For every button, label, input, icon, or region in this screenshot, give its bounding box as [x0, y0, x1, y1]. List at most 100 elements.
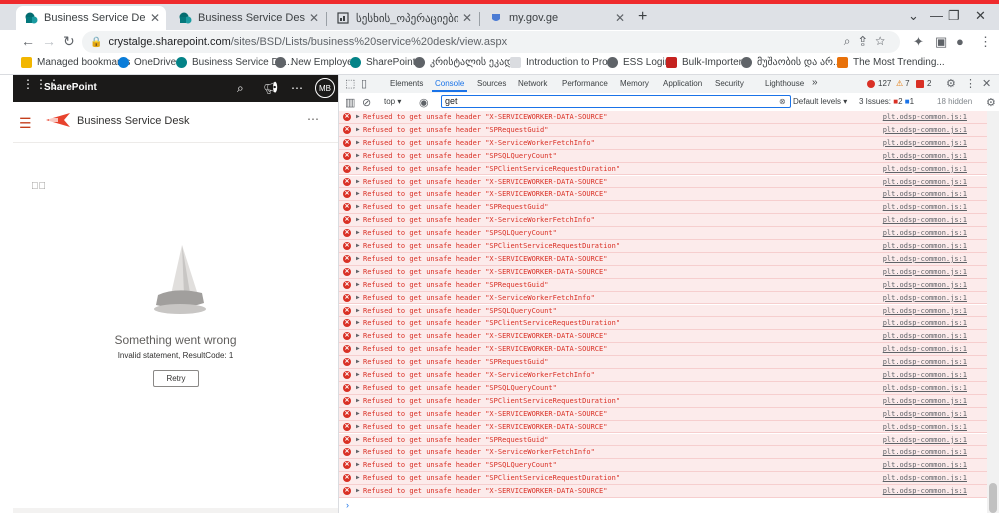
console-error-row[interactable]: ✕ ▶ Refused to get unsafe header "X-SERVIC…: [339, 111, 987, 124]
console-error-row[interactable]: ✕ ▶ Refused to get unsafe header "X-Servic…: [339, 446, 987, 460]
expand-arrow-icon[interactable]: ▶: [356, 307, 360, 314]
console-error-row[interactable]: ✕ ▶ Refused to get unsafe header "SPClient…: [339, 240, 987, 253]
tab-lighthouse[interactable]: Lighthouse: [765, 79, 804, 88]
expand-arrow-icon[interactable]: ▶: [356, 216, 360, 223]
bookmark-item[interactable]: OneDrive: [118, 57, 176, 68]
menu-dots-icon[interactable]: ⋮: [965, 77, 976, 90]
console-error-row[interactable]: ✕ ▶ Refused to get unsafe header "X-Servic…: [339, 291, 987, 305]
source-link[interactable]: plt.odsp-common.js:1: [883, 384, 967, 392]
console-prompt[interactable]: ›: [346, 500, 349, 510]
reload-icon[interactable]: ↻: [63, 33, 75, 50]
tab-application[interactable]: Application: [663, 79, 702, 88]
share-icon[interactable]: ⇪: [859, 34, 875, 48]
console-log[interactable]: ✕ ▶ Refused to get unsafe header "X-SERVIC…: [339, 111, 987, 513]
expand-arrow-icon[interactable]: ▶: [356, 461, 360, 468]
console-error-row[interactable]: ✕ ▶ Refused to get unsafe header "SPSQLQue…: [339, 304, 987, 318]
bookmark-item[interactable]: Introduction to Pro...: [510, 57, 616, 68]
console-error-row[interactable]: ✕ ▶ Refused to get unsafe header "X-SERVIC…: [339, 343, 987, 357]
inspect-element-icon[interactable]: ⬚: [345, 77, 355, 90]
bookmark-item[interactable]: New Employee: [275, 57, 358, 68]
console-error-row[interactable]: ✕ ▶ Refused to get unsafe header "SPClient…: [339, 317, 987, 331]
clear-console-icon[interactable]: ⊘: [362, 96, 371, 109]
scrollbar-thumb[interactable]: [989, 483, 997, 513]
console-error-row[interactable]: ✕ ▶ Refused to get unsafe header "SPReques…: [339, 356, 987, 369]
source-link[interactable]: plt.odsp-common.js:1: [883, 448, 967, 456]
address-bar[interactable]: 🔒 crystalge.sharepoint.com/sites/BSD/Lis…: [82, 31, 900, 53]
error-count-badge[interactable]: 127: [867, 79, 891, 88]
source-link[interactable]: plt.odsp-common.js:1: [883, 371, 967, 379]
source-link[interactable]: plt.odsp-common.js:1: [883, 242, 967, 250]
bookmark-item[interactable]: SharePoint: [350, 57, 415, 68]
source-link[interactable]: plt.odsp-common.js:1: [883, 190, 967, 198]
star-icon[interactable]: ☆: [875, 34, 894, 48]
console-error-row[interactable]: ✕ ▶ Refused to get unsafe header "X-SERVIC…: [339, 188, 987, 202]
expand-arrow-icon[interactable]: ▶: [356, 294, 360, 301]
expand-arrow-icon[interactable]: ▶: [356, 384, 360, 391]
source-link[interactable]: plt.odsp-common.js:1: [883, 229, 967, 237]
maximize-button[interactable]: ❐: [948, 8, 960, 24]
tab-security[interactable]: Security: [715, 79, 744, 88]
console-error-row[interactable]: ✕ ▶ Refused to get unsafe header "SPReques…: [339, 123, 987, 137]
browser-tab-3[interactable]: სესხის_ოპერაციები - SQL Ser ✕: [328, 6, 478, 30]
source-link[interactable]: plt.odsp-common.js:1: [883, 487, 967, 495]
expand-arrow-icon[interactable]: ▶: [356, 165, 360, 172]
console-error-row[interactable]: ✕ ▶ Refused to get unsafe header "X-SERVIC…: [339, 252, 987, 266]
console-scrollbar[interactable]: [987, 111, 999, 513]
issues-counter[interactable]: 3 Issues: ■2 ■1: [859, 97, 914, 106]
sharepoint-brand[interactable]: SharePoint: [44, 82, 97, 93]
issues-badge[interactable]: 2: [916, 79, 931, 88]
sidepanel-icon[interactable]: ▣: [935, 34, 947, 50]
console-error-row[interactable]: ✕ ▶ Refused to get unsafe header "SPReques…: [339, 278, 987, 292]
expand-arrow-icon[interactable]: ▶: [356, 281, 360, 288]
expand-arrow-icon[interactable]: ▶: [356, 358, 360, 365]
bookmark-item[interactable]: მუშაობის და არ...: [741, 57, 841, 68]
console-error-row[interactable]: ✕ ▶ Refused to get unsafe header "SPSQLQue…: [339, 227, 987, 240]
expand-arrow-icon[interactable]: ▶: [356, 190, 360, 197]
source-link[interactable]: plt.odsp-common.js:1: [883, 139, 967, 147]
console-error-row[interactable]: ✕ ▶ Refused to get unsafe header "X-SERVIC…: [339, 265, 987, 279]
device-toggle-icon[interactable]: ▯: [361, 77, 367, 90]
console-error-row[interactable]: ✕ ▶ Refused to get unsafe header "X-SERVIC…: [339, 407, 987, 421]
close-icon[interactable]: ✕: [309, 11, 319, 25]
source-link[interactable]: plt.odsp-common.js:1: [883, 423, 967, 431]
profile-icon[interactable]: ●: [956, 34, 964, 49]
expand-arrow-icon[interactable]: ▶: [356, 178, 360, 185]
expand-arrow-icon[interactable]: ▶: [356, 487, 360, 494]
source-link[interactable]: plt.odsp-common.js:1: [883, 397, 967, 405]
eye-icon[interactable]: ◉: [419, 96, 429, 109]
expand-arrow-icon[interactable]: ▶: [356, 203, 360, 210]
expand-arrow-icon[interactable]: ▶: [356, 345, 360, 352]
gear-icon[interactable]: ⚙: [986, 96, 996, 109]
log-levels-select[interactable]: Default levels ▾: [793, 97, 847, 106]
hamburger-menu-icon[interactable]: ☰: [19, 115, 32, 132]
source-link[interactable]: plt.odsp-common.js:1: [883, 294, 967, 302]
expand-arrow-icon[interactable]: ▶: [356, 319, 360, 326]
extensions-icon[interactable]: ✦: [913, 34, 924, 50]
expand-arrow-icon[interactable]: ▶: [356, 255, 360, 262]
console-error-row[interactable]: ✕ ▶ Refused to get unsafe header "X-Servic…: [339, 369, 987, 382]
tab-console[interactable]: Console: [431, 79, 468, 92]
console-error-row[interactable]: ✕ ▶ Refused to get unsafe header "X-Servic…: [339, 136, 987, 150]
new-tab-button[interactable]: +: [638, 8, 647, 26]
expand-arrow-icon[interactable]: ▶: [356, 410, 360, 417]
console-error-row[interactable]: ✕ ▶ Refused to get unsafe header "SPReques…: [339, 201, 987, 215]
console-error-row[interactable]: ✕ ▶ Refused to get unsafe header "SPClient…: [339, 472, 987, 486]
console-error-row[interactable]: ✕ ▶ Refused to get unsafe header "SPClient…: [339, 162, 987, 176]
source-link[interactable]: plt.odsp-common.js:1: [883, 436, 967, 444]
source-link[interactable]: plt.odsp-common.js:1: [883, 268, 967, 276]
browser-tab-4[interactable]: my.gov.ge ✕: [481, 6, 631, 30]
console-error-row[interactable]: ✕ ▶ Refused to get unsafe header "SPSQLQue…: [339, 149, 987, 163]
bookmark-item[interactable]: კრისტალის ეკად...: [414, 57, 521, 68]
browser-tab-2[interactable]: Business Service Desk - Business ✕: [170, 6, 325, 30]
source-link[interactable]: plt.odsp-common.js:1: [883, 358, 967, 366]
tab-sources[interactable]: Sources: [477, 79, 506, 88]
context-select[interactable]: top ▾: [384, 97, 401, 106]
forward-arrow-icon[interactable]: →: [42, 33, 56, 49]
source-link[interactable]: plt.odsp-common.js:1: [883, 332, 967, 340]
more-tabs-icon[interactable]: »: [812, 77, 818, 88]
source-link[interactable]: plt.odsp-common.js:1: [883, 461, 967, 469]
close-icon[interactable]: ✕: [150, 11, 160, 25]
console-error-row[interactable]: ✕ ▶ Refused to get unsafe header "SPSQLQue…: [339, 381, 987, 395]
browser-tab-1[interactable]: Business Service Desk ✕: [16, 6, 166, 30]
bookmark-item[interactable]: Managed bookmarks: [21, 57, 130, 68]
